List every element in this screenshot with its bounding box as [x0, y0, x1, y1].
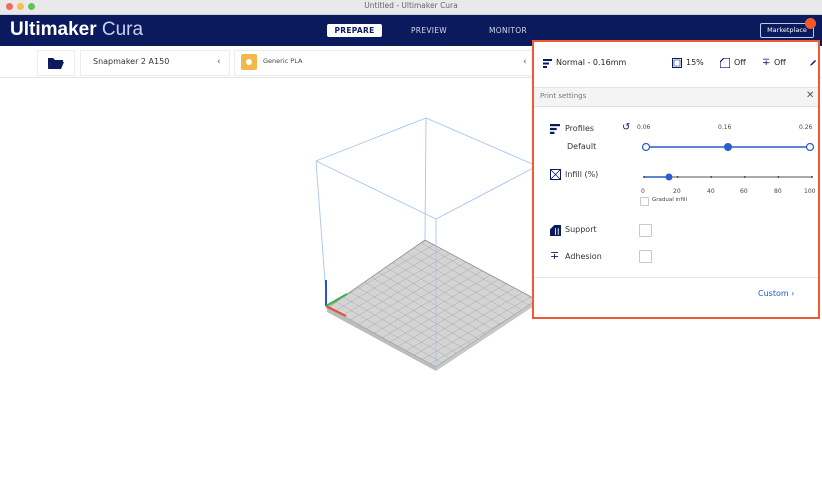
- summary-adhesion: Off: [774, 58, 786, 67]
- infill-tick-label: 0: [641, 188, 645, 195]
- extruder-icon: [241, 54, 257, 70]
- infill-slider[interactable]: [638, 172, 818, 182]
- material-selector[interactable]: Generic PLA ‹: [234, 50, 536, 76]
- infill-tick-label: 100: [804, 188, 816, 195]
- open-file-button[interactable]: [37, 50, 75, 76]
- profile-tick-label: 0.06: [637, 124, 651, 131]
- window-title: Untitled - Ultimaker Cura: [364, 1, 458, 10]
- summary-infill: 15%: [686, 58, 704, 67]
- tab-prepare[interactable]: PREPARE: [327, 24, 382, 37]
- print-settings-summary[interactable]: Normal - 0.16mm 15% Off ∓ Off: [534, 42, 818, 88]
- window-title-bar: Untitled - Ultimaker Cura: [0, 0, 822, 15]
- adhesion-icon: ∓: [550, 249, 560, 262]
- tab-monitor[interactable]: MONITOR: [476, 24, 540, 37]
- support-checkbox[interactable]: [639, 224, 652, 237]
- reset-icon[interactable]: ↺: [622, 122, 630, 133]
- custom-label: Custom: [758, 289, 789, 298]
- summary-support: Off: [734, 58, 746, 67]
- brand-thin: Cura: [101, 19, 144, 40]
- gradual-infill-checkbox[interactable]: [640, 197, 649, 206]
- print-settings-panel: Normal - 0.16mm 15% Off ∓ Off Print sett…: [532, 40, 820, 319]
- profiles-label: Profiles: [565, 124, 595, 133]
- material-name: Generic PLA: [263, 57, 303, 65]
- print-settings-title: Print settings: [540, 92, 587, 100]
- support-label: Support: [565, 225, 597, 234]
- infill-tick-label: 60: [740, 188, 748, 195]
- support-icon: [720, 58, 730, 68]
- chevron-left-icon: ‹: [523, 57, 527, 67]
- print-settings-header: Print settings ✕: [534, 88, 818, 107]
- tab-preview[interactable]: PREVIEW: [400, 24, 458, 37]
- brand-bold: Ultimaker: [10, 19, 97, 40]
- summary-profile: Normal - 0.16mm: [556, 58, 627, 67]
- profile-icon: [550, 124, 560, 134]
- profiles-default-label: Default: [567, 142, 597, 151]
- adhesion-icon: ∓: [762, 57, 771, 68]
- gradual-infill-label: Gradual infill: [652, 197, 688, 203]
- custom-settings-button[interactable]: Custom ›: [758, 289, 794, 298]
- adhesion-label: Adhesion: [565, 252, 602, 261]
- support-icon: [550, 225, 561, 236]
- chevron-right-icon: ›: [791, 289, 795, 298]
- folder-icon: [48, 58, 64, 69]
- notification-badge: [805, 18, 816, 29]
- infill-icon: [672, 58, 682, 68]
- infill-tick-label: 40: [707, 188, 715, 195]
- profile-slider-handle: [724, 143, 732, 151]
- infill-label: Infill (%): [565, 170, 599, 179]
- printer-selector[interactable]: Snapmaker 2 A150 ‹: [80, 50, 230, 76]
- close-icon[interactable]: ✕: [806, 90, 814, 101]
- pencil-icon: [810, 60, 816, 66]
- infill-tick-label: 20: [673, 188, 681, 195]
- profile-tick-label: 0.16: [718, 124, 732, 131]
- divider: [534, 277, 818, 278]
- chevron-left-icon: ‹: [217, 57, 221, 67]
- infill-icon: [550, 169, 561, 180]
- infill-slider-handle: [665, 173, 673, 181]
- profile-tick-label: 0.26: [799, 124, 813, 131]
- printer-name: Snapmaker 2 A150: [93, 57, 170, 66]
- profile-icon: [543, 59, 552, 68]
- profile-slider[interactable]: [638, 141, 818, 153]
- adhesion-checkbox[interactable]: [639, 250, 652, 263]
- app-logo: Ultimaker Cura: [10, 19, 143, 41]
- infill-tick-label: 80: [774, 188, 782, 195]
